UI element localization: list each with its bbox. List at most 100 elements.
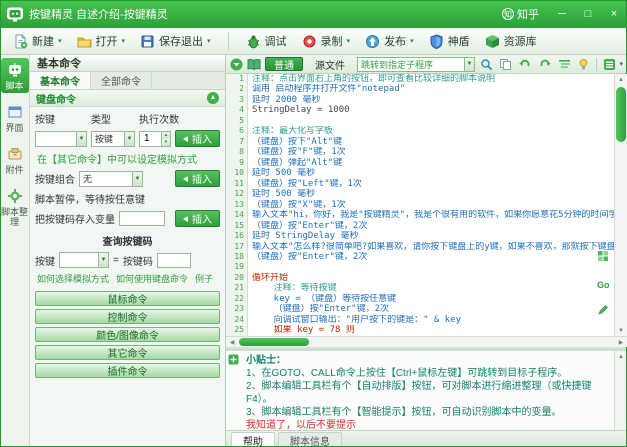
help-link[interactable]: 如何选择模拟方式 xyxy=(37,272,109,285)
expand-help-icon[interactable] xyxy=(228,354,239,368)
type-select[interactable]: 按键▼ xyxy=(91,131,135,147)
redo-icon[interactable] xyxy=(538,58,552,70)
code-line[interactable]: 23 （键盘）按"Enter"键，2次 xyxy=(226,304,614,314)
code-line[interactable]: 8 （键盘）按"F"键，1次 xyxy=(226,147,614,157)
code-line[interactable]: 3 延时 2000 毫秒 xyxy=(226,95,614,105)
nav-item-organize[interactable]: 脚本整理 xyxy=(1,184,29,229)
editor-menu-icon[interactable] xyxy=(603,58,616,71)
scroll-down-icon[interactable]: ▼ xyxy=(615,325,627,336)
command-category-button[interactable]: 插件命令 xyxy=(35,363,220,378)
query-key-select[interactable]: ▼ xyxy=(59,252,109,268)
line-number: 19 xyxy=(226,262,248,272)
insert-combo-button[interactable]: 插入 xyxy=(175,170,220,187)
tab-basic-commands[interactable]: 基本命令 xyxy=(30,72,91,89)
keyboard-section-header[interactable]: 键盘命令 ▲ xyxy=(30,90,225,107)
code-line[interactable]: 6 注释：最大化写字板 xyxy=(226,126,614,136)
save-exit-button[interactable]: 保存退出 ▾ xyxy=(133,30,218,52)
snippet-grid-icon[interactable] xyxy=(597,250,609,265)
code-line[interactable]: 9 （键盘）弹起"Alt"键 xyxy=(226,158,614,168)
code-line[interactable]: 1 注释：点击界面右上角的按钮，即可查看比较详细的脚本说明 xyxy=(226,74,614,84)
code-line[interactable]: 7 （键盘）按下"Alt"键 xyxy=(226,137,614,147)
command-category-button[interactable]: 颜色/图像命令 xyxy=(35,327,220,342)
command-category-button[interactable]: 鼠标命令 xyxy=(35,291,220,306)
insert-wait-button[interactable]: 插入 xyxy=(175,210,220,227)
new-button[interactable]: 新建 ▾ xyxy=(6,30,69,52)
maximize-button[interactable]: □ xyxy=(575,0,601,28)
close-button[interactable]: × xyxy=(601,0,627,28)
scroll-right-icon[interactable]: ▶ xyxy=(615,337,627,347)
chevron-down-icon[interactable]: ▾ xyxy=(619,60,623,68)
code-line[interactable]: 19 xyxy=(226,262,614,272)
code-line[interactable]: 15 （键盘）按"Enter"键，2次 xyxy=(226,221,614,231)
nav-item-attachment[interactable]: 附件 xyxy=(1,142,29,177)
book-icon[interactable] xyxy=(247,58,261,71)
insert-arrow-icon xyxy=(183,136,188,142)
nav-item-script[interactable]: 脚本 xyxy=(1,58,29,93)
view-tab-normal[interactable]: 普通 xyxy=(265,57,303,71)
code-line[interactable]: 12 延时 500 毫秒 xyxy=(226,189,614,199)
record-button[interactable]: 录制 ▾ xyxy=(295,30,358,52)
dismiss-tips-link[interactable]: 我知道了，以后不要提示 xyxy=(246,419,608,430)
code-line[interactable]: 22 key = （键盘）等待按任意键 xyxy=(226,294,614,304)
step-down-icon[interactable]: ▾ xyxy=(162,139,170,146)
stepper-arrows[interactable]: ▴▾ xyxy=(161,132,170,146)
code-line[interactable]: 25 如果 key = 78 则 xyxy=(226,325,614,335)
publish-button[interactable]: 发布 ▾ xyxy=(358,30,421,52)
auto-format-icon[interactable] xyxy=(558,58,571,71)
code-line[interactable]: 20 循环开始 xyxy=(226,273,614,283)
collapse-section-icon[interactable]: ▲ xyxy=(207,92,219,104)
code-line[interactable]: 17 输入文本"怎么样?很简单吧?如果喜欢，请你按下键盘上的y键，如果不喜欢，那… xyxy=(226,242,614,252)
minimize-button[interactable]: ─ xyxy=(549,0,575,28)
scroll-up-icon[interactable]: ▲ xyxy=(615,74,627,85)
code-line[interactable]: 2 调用 启动程序并打开文件"notepad" xyxy=(226,84,614,94)
code-line[interactable]: 5 xyxy=(226,116,614,126)
code-line[interactable]: 18 （键盘）按"Enter"键，2次 xyxy=(226,252,614,262)
goto-button[interactable]: Go xyxy=(597,280,610,290)
help-link[interactable]: 如何使用键盘命令 xyxy=(116,272,188,285)
tab-script-info[interactable]: 脚本信息 xyxy=(278,432,342,447)
code-line[interactable]: 14 输入文本"hi，你好，我是"按键精灵"，我是个很有用的软件，如果你愿意花5… xyxy=(226,210,614,220)
query-keycode-output[interactable] xyxy=(157,253,191,268)
key-combo-select[interactable]: 无▼ xyxy=(79,171,143,187)
pencil-icon[interactable] xyxy=(597,304,609,319)
help-scrollbar[interactable]: ▲ xyxy=(614,351,627,430)
code-line[interactable]: 4 StringDelay = 1000 xyxy=(226,105,614,115)
code-line[interactable]: 21 注释：等待按键 xyxy=(226,283,614,293)
command-category-button[interactable]: 其它命令 xyxy=(35,345,220,360)
code-line[interactable]: 16 延时 StringDelay 毫秒 xyxy=(226,231,614,241)
insert-key-button[interactable]: 插入 xyxy=(175,130,220,147)
vertical-scroll-thumb[interactable] xyxy=(616,87,626,142)
collapse-panel-icon[interactable] xyxy=(230,58,243,71)
tab-all-commands[interactable]: 全部命令 xyxy=(91,72,152,89)
tab-help[interactable]: 帮助 xyxy=(231,432,275,447)
find-icon[interactable] xyxy=(480,58,493,71)
horizontal-scrollbar[interactable]: ◀ ▶ xyxy=(226,336,627,347)
nav-item-ui[interactable]: 界面 xyxy=(1,100,29,135)
code-line[interactable]: 10 延时 500 毫秒 xyxy=(226,168,614,178)
help-link[interactable]: 例子 xyxy=(195,272,213,285)
undo-icon[interactable] xyxy=(518,58,532,70)
view-tab-source[interactable]: 源文件 xyxy=(307,57,353,71)
code-line[interactable]: 24 向调试窗口输出："用户按下的键是：" & key xyxy=(226,315,614,325)
horizontal-scroll-thumb[interactable] xyxy=(239,338,309,346)
key-select[interactable]: ▼ xyxy=(35,131,87,147)
editor-toolbar: 普通 源文件 跳转到指定子程序 ▼ ▾ xyxy=(226,55,627,74)
open-button[interactable]: 打开 ▾ xyxy=(70,30,133,52)
smart-hint-icon[interactable] xyxy=(577,58,590,71)
titlebar-link[interactable]: 知 知乎 xyxy=(502,6,539,22)
count-stepper[interactable]: 1 ▴▾ xyxy=(139,131,171,147)
resources-button[interactable]: 资源库 xyxy=(478,30,544,52)
debug-button[interactable]: 调试 xyxy=(239,30,294,52)
keycode-variable-input[interactable] xyxy=(119,211,165,226)
subroutine-select[interactable]: 跳转到指定子程序 ▼ xyxy=(357,57,475,72)
code-line[interactable]: 11 （键盘）按"Left"键，1次 xyxy=(226,179,614,189)
command-category-button[interactable]: 控制命令 xyxy=(35,309,220,324)
step-up-icon[interactable]: ▴ xyxy=(162,132,170,139)
code-line[interactable]: 13 （键盘）按"X"键，1次 xyxy=(226,200,614,210)
scroll-up-icon[interactable]: ▲ xyxy=(615,351,627,362)
code-area[interactable]: 1 注释：点击界面右上角的按钮，即可查看比较详细的脚本说明 2 调用 启动程序并… xyxy=(226,74,614,336)
shield-button[interactable]: 神盾 xyxy=(422,30,477,52)
vertical-scrollbar[interactable]: ▲ ▼ xyxy=(614,74,627,336)
replace-icon[interactable] xyxy=(499,58,512,71)
scroll-left-icon[interactable]: ◀ xyxy=(226,337,238,347)
